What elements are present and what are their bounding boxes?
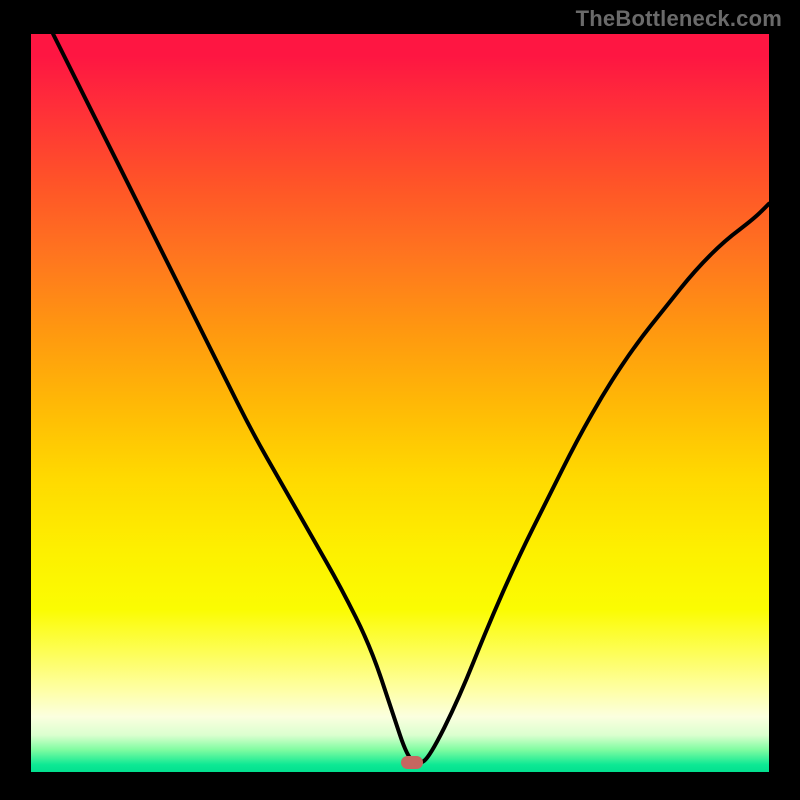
- optimum-marker: [401, 756, 423, 769]
- watermark-text: TheBottleneck.com: [576, 6, 782, 32]
- chart-area: [31, 34, 769, 772]
- bottleneck-curve: [31, 34, 769, 772]
- curve-path: [53, 34, 769, 763]
